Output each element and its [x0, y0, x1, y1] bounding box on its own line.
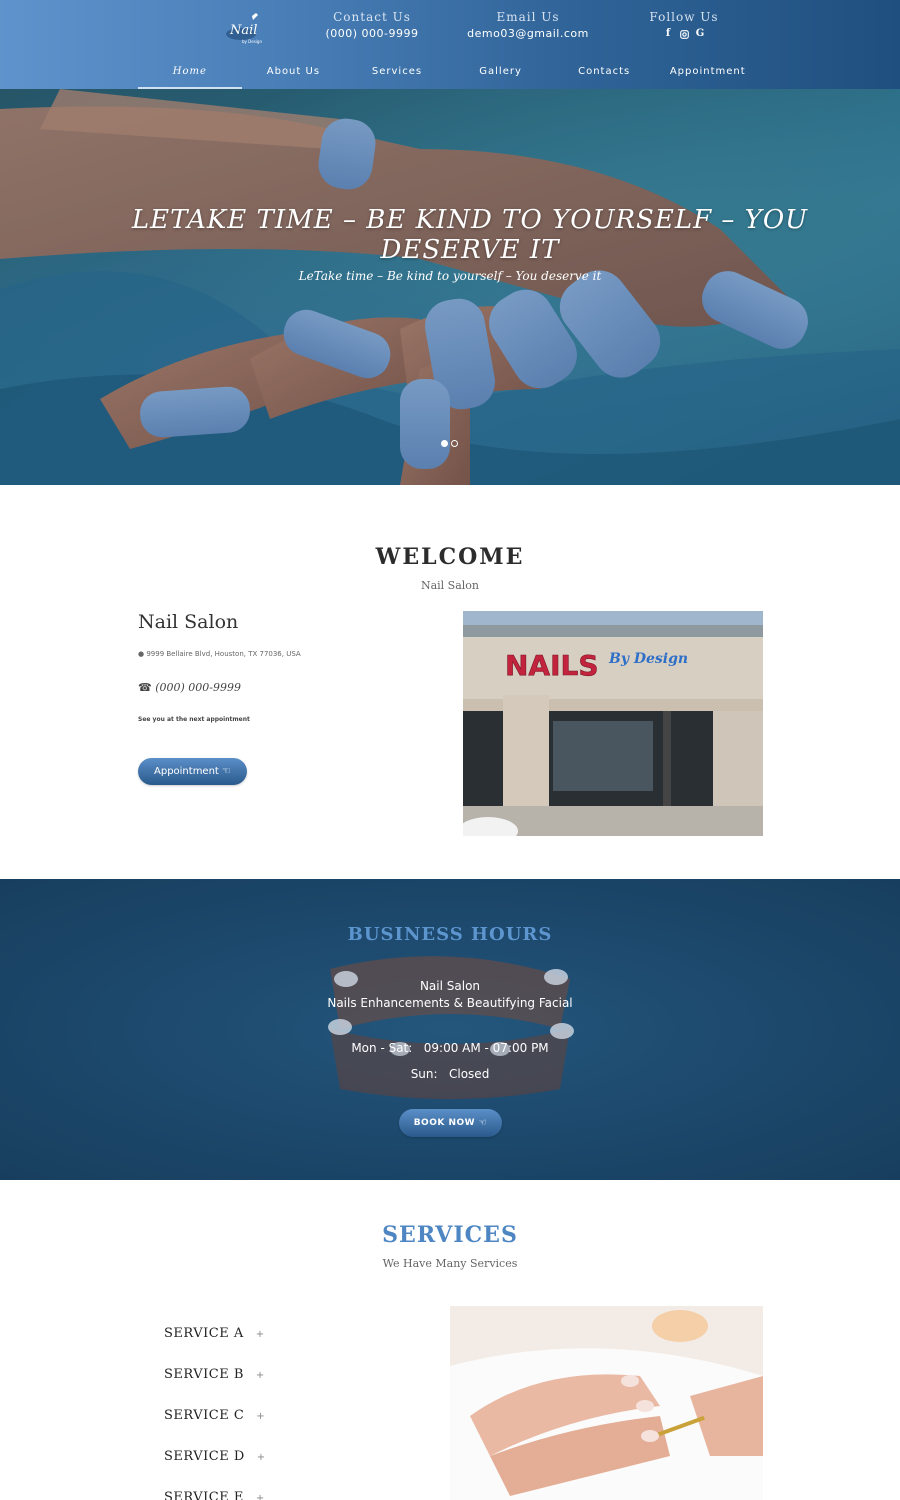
hand-pointer-icon: ☜ [478, 1118, 488, 1128]
welcome-title: WELCOME [375, 544, 525, 570]
hero-subtitle: LeTake time – Be kind to yourself – You … [298, 269, 602, 283]
nav-about-us[interactable]: About Us [242, 56, 346, 89]
hero-slider[interactable]: LETAKE TIME – BE KIND TO YOURSELF – YOU … [0, 89, 900, 485]
logo-text: Nail [229, 23, 257, 38]
salon-address: ● 9999 Bellaire Blvd, Houston, TX 77036,… [138, 650, 301, 658]
hours-description: Nails Enhancements & Beautifying Facial [327, 996, 573, 1010]
book-now-label: BOOK NOW [413, 1118, 476, 1128]
appointment-button[interactable]: Appointment ☜ [138, 758, 247, 785]
salon-address-text: 9999 Bellaire Blvd, Houston, TX 77036, U… [146, 650, 301, 658]
email-us-block: Email Us demo03@gmail.com [466, 10, 590, 40]
salon-phone-text: (000) 000-9999 [155, 681, 241, 694]
nav-appointment[interactable]: Appointment [656, 56, 760, 89]
business-hours-title: BUSINESS HOURS [347, 924, 553, 945]
plus-icon: + [255, 1370, 265, 1381]
follow-us-block: Follow Us f G [636, 10, 732, 42]
service-item-a[interactable]: SERVICE A + [164, 1326, 265, 1341]
email-us-title: Email Us [496, 10, 560, 24]
appointment-button-label: Appointment [154, 766, 219, 777]
nav-contacts[interactable]: Contacts [552, 56, 656, 89]
nav-gallery[interactable]: Gallery [449, 56, 553, 89]
salon-phone[interactable]: ☎ (000) 000-9999 [138, 681, 241, 694]
hand-pointer-icon: ☜ [222, 766, 231, 777]
contact-us-block: Contact Us (000) 000-9999 [322, 10, 422, 40]
nav-home[interactable]: Home [138, 56, 242, 89]
business-hours-section: BUSINESS HOURS Nail Salon Nails Enhancem… [0, 879, 900, 1180]
storefront-image: NAILS By Design [463, 611, 763, 836]
follow-us-title: Follow Us [649, 10, 719, 24]
map-marker-icon: ● [138, 650, 145, 658]
welcome-subtitle: Nail Salon [420, 579, 480, 592]
services-title: SERVICES [382, 1222, 518, 1248]
hero-hands-image [0, 89, 900, 485]
hours-sunday: Sun: Closed [410, 1067, 490, 1081]
hours-salon-name: Nail Salon [419, 979, 481, 993]
contact-email[interactable]: demo03@gmail.com [466, 27, 590, 40]
slider-dots [441, 440, 458, 447]
service-label: SERVICE A [164, 1326, 244, 1341]
service-label: SERVICE E [164, 1490, 244, 1500]
book-now-button[interactable]: BOOK NOW ☜ [399, 1109, 502, 1137]
nav-services[interactable]: Services [345, 56, 449, 89]
plus-icon: + [256, 1452, 266, 1463]
slider-dot-1[interactable] [441, 440, 448, 447]
service-item-d[interactable]: SERVICE D + [164, 1449, 266, 1464]
hours-weekday: Mon - Sat: 09:00 AM - 07:00 PM [351, 1041, 549, 1055]
service-item-b[interactable]: SERVICE B + [164, 1367, 265, 1382]
salon-note: See you at the next appointment [138, 716, 250, 723]
site-header: Nail by Design Contact Us (000) 000-9999… [0, 0, 900, 89]
store-sign-script: By Design [608, 651, 688, 667]
services-subtitle: We Have Many Services [382, 1257, 518, 1270]
contact-us-title: Contact Us [333, 10, 411, 24]
phone-icon: ☎ [138, 681, 152, 694]
logo[interactable]: Nail by Design [222, 12, 264, 46]
contact-phone[interactable]: (000) 000-9999 [322, 27, 422, 40]
slider-dot-2[interactable] [451, 440, 458, 447]
service-item-e[interactable]: SERVICE E + [164, 1490, 265, 1500]
plus-icon: + [255, 1329, 265, 1340]
instagram-icon[interactable] [679, 28, 689, 42]
logo-subtext: by Design [242, 39, 262, 44]
service-label: SERVICE D [164, 1449, 245, 1464]
plus-icon: + [255, 1493, 265, 1500]
plus-icon: + [256, 1411, 266, 1422]
service-label: SERVICE C [164, 1408, 245, 1423]
salon-name: Nail Salon [138, 611, 239, 633]
service-label: SERVICE B [164, 1367, 244, 1382]
hero-title: LETAKE TIME – BE KIND TO YOURSELF – YOU … [131, 205, 809, 265]
services-image [450, 1306, 763, 1500]
service-item-c[interactable]: SERVICE C + [164, 1408, 265, 1423]
facebook-icon[interactable]: f [663, 28, 673, 42]
google-icon[interactable]: G [695, 28, 705, 42]
main-nav: Home About Us Services Gallery Contacts … [138, 56, 760, 89]
store-sign-main: NAILS [505, 649, 599, 682]
